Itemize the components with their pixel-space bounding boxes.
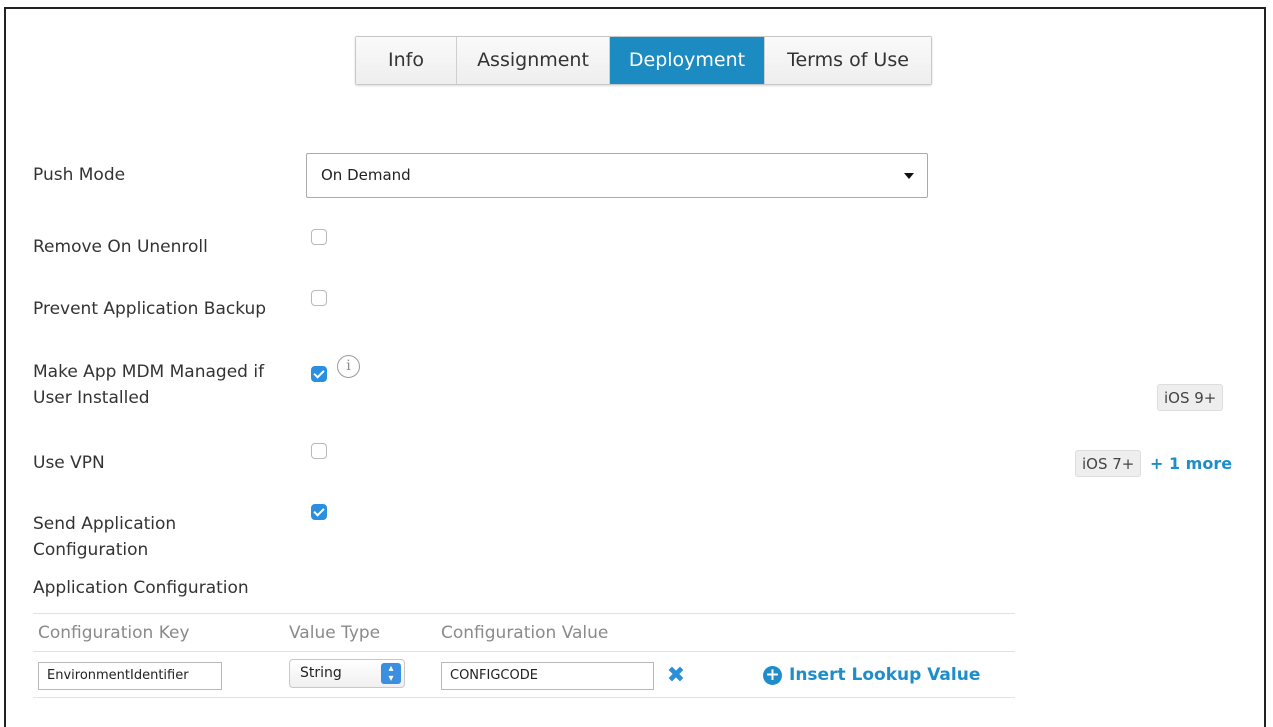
push-mode-label: Push Mode xyxy=(33,165,126,185)
table-divider-top xyxy=(33,613,1015,614)
table-divider-header xyxy=(33,651,1015,652)
prevent-backup-label: Prevent Application Backup xyxy=(33,299,267,319)
col-header-value: Configuration Value xyxy=(441,623,609,643)
page-title xyxy=(256,0,1056,7)
use-vpn-checkbox[interactable] xyxy=(311,443,327,459)
use-vpn-label: Use VPN xyxy=(33,453,105,473)
mdm-managed-checkbox[interactable] xyxy=(311,366,327,382)
select-stepper-icon: ▴ ▾ xyxy=(381,663,401,684)
value-type-select[interactable]: String ▴ ▾ xyxy=(289,659,405,688)
config-value-input[interactable]: CONFIGCODE xyxy=(441,662,654,690)
remove-on-unenroll-label: Remove On Unenroll xyxy=(33,237,208,257)
send-config-label-line1: Send Application xyxy=(33,514,177,534)
remove-on-unenroll-checkbox[interactable] xyxy=(311,229,327,245)
prevent-backup-checkbox[interactable] xyxy=(311,290,327,306)
insert-lookup-value-button[interactable]: + Insert Lookup Value xyxy=(763,663,980,687)
insert-lookup-label: Insert Lookup Value xyxy=(789,665,981,685)
tab-info[interactable]: Info xyxy=(356,37,457,84)
mdm-managed-label-line1: Make App MDM Managed if xyxy=(33,362,265,382)
table-divider-bottom xyxy=(33,697,1015,698)
mdm-managed-label-line2: User Installed xyxy=(33,388,150,408)
info-icon[interactable]: i xyxy=(337,355,360,378)
tab-assignment[interactable]: Assignment xyxy=(457,37,610,84)
col-header-type: Value Type xyxy=(289,623,381,643)
more-platforms-link[interactable]: + 1 more xyxy=(1150,451,1232,476)
col-header-key: Configuration Key xyxy=(38,623,190,643)
value-type-value: String xyxy=(300,665,342,681)
config-key-input[interactable]: EnvironmentIdentifier xyxy=(38,662,222,690)
tab-bar: Info Assignment Deployment Terms of Use xyxy=(355,36,932,85)
app-config-section-label: Application Configuration xyxy=(33,578,249,598)
push-mode-value: On Demand xyxy=(321,166,411,184)
tab-terms-of-use[interactable]: Terms of Use xyxy=(765,37,931,84)
send-config-checkbox[interactable] xyxy=(311,504,327,520)
ios7-badge: iOS 7+ xyxy=(1075,450,1142,477)
caret-down-icon xyxy=(904,173,914,179)
tab-deployment[interactable]: Deployment xyxy=(610,37,765,84)
push-mode-select[interactable]: On Demand xyxy=(306,153,928,198)
plus-circle-icon: + xyxy=(763,665,782,685)
send-config-label-line2: Configuration xyxy=(33,540,149,560)
delete-row-icon[interactable]: ✖ xyxy=(666,665,686,687)
ios9-badge: iOS 9+ xyxy=(1157,384,1224,411)
